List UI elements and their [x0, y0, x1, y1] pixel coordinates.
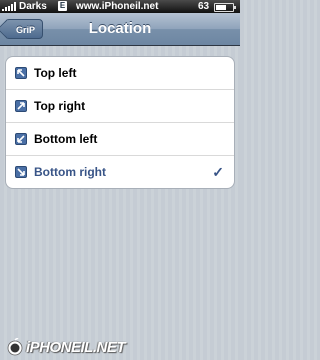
option-label: Bottom left [34, 132, 98, 146]
carrier-name: Darks [19, 1, 47, 12]
arrow-up-left-icon [15, 67, 27, 79]
battery-level: 63 [198, 1, 210, 12]
option-label: Top right [34, 99, 86, 113]
status-bar: Darks E www.iPhoneil.net 63 [0, 0, 240, 13]
back-button[interactable]: GriP [5, 19, 44, 39]
option-bottom-right[interactable]: Bottom right ✓ [6, 156, 234, 188]
option-top-right[interactable]: Top right [6, 90, 234, 123]
watermark-text: iPHONEIL.NET [26, 339, 126, 356]
option-label: Top left [34, 66, 77, 80]
arrow-down-left-icon [15, 133, 27, 145]
battery-icon [214, 3, 236, 12]
watermark: iPHONEIL.NET [6, 338, 126, 358]
arrow-down-right-icon [15, 166, 27, 178]
apple-logo-icon [7, 338, 23, 356]
location-options-list: Top left Top right Bottom left Bottom ri… [5, 56, 235, 189]
back-button-label: GriP [16, 25, 36, 35]
option-top-left[interactable]: Top left [6, 57, 234, 90]
checkmark-icon: ✓ [212, 164, 224, 180]
option-bottom-left[interactable]: Bottom left [6, 123, 234, 156]
arrow-up-right-icon [15, 100, 27, 112]
navigation-bar: GriP Location [0, 13, 240, 46]
edge-network-icon: E [58, 1, 67, 11]
signal-strength-icon [2, 2, 16, 11]
status-bar-text: www.iPhoneil.net [76, 1, 159, 12]
option-label: Bottom right [34, 165, 106, 179]
